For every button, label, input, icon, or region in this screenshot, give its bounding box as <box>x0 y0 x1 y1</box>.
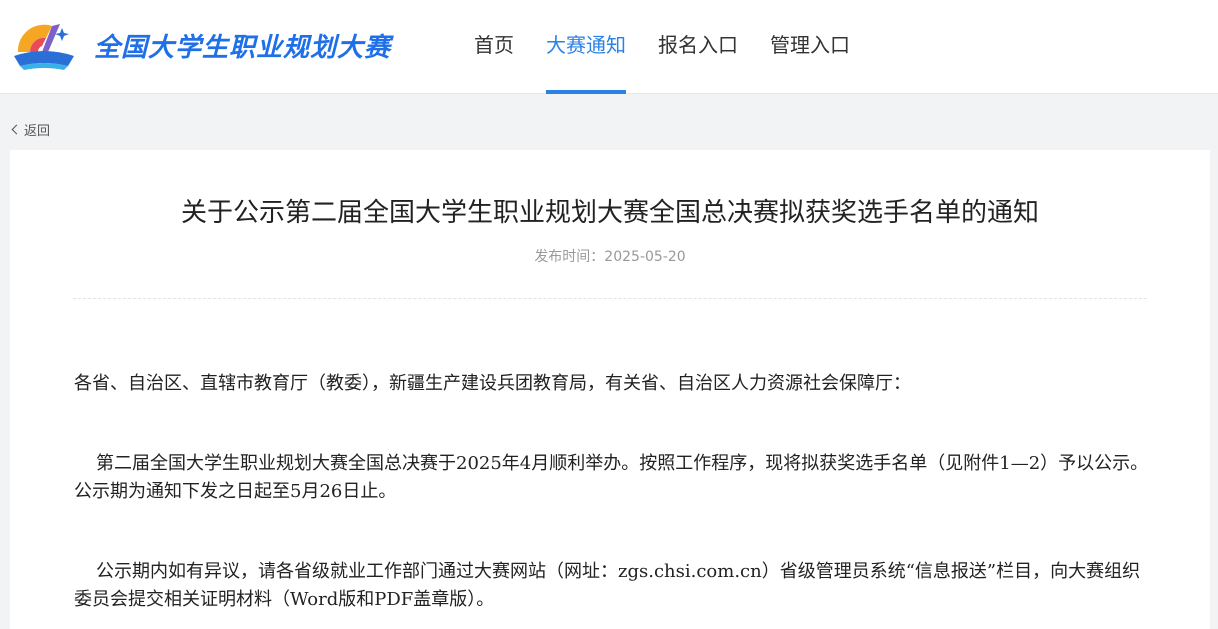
brand-name[interactable]: 全国大学生职业规划大赛 <box>94 27 391 64</box>
article-paragraph: 第二届全国大学生职业规划大赛全国总决赛于2025年4月顺利举办。按照工作程序，现… <box>74 453 1149 502</box>
publish-time: 发布时间：2025-05-20 <box>534 249 686 265</box>
main-nav: 首页 大赛通知 报名入口 管理入口 <box>458 0 866 94</box>
article-card: 关于公示第二届全国大学生职业规划大赛全国总决赛拟获奖选手名单的通知 发布时间：2… <box>10 150 1210 629</box>
article-paragraph: 各省、自治区、直辖市教育厅（教委），新疆生产建设兵团教育局，有关省、自治区人力资… <box>74 373 911 394</box>
back-link[interactable]: 返回 <box>10 120 50 139</box>
site-logo-icon[interactable] <box>12 16 76 72</box>
nav-notices[interactable]: 大赛通知 <box>546 0 626 94</box>
site-header: 全国大学生职业规划大赛 首页 大赛通知 报名入口 管理入口 <box>0 0 1218 94</box>
nav-registration[interactable]: 报名入口 <box>658 0 738 94</box>
article-title: 关于公示第二届全国大学生职业规划大赛全国总决赛拟获奖选手名单的通知 <box>180 198 1039 228</box>
back-label: 返回 <box>24 124 51 139</box>
nav-home[interactable]: 首页 <box>474 0 514 94</box>
chevron-left-icon <box>11 124 22 135</box>
nav-admin[interactable]: 管理入口 <box>770 0 850 94</box>
divider <box>73 298 1147 299</box>
article-paragraph: 公示期内如有异议，请各省级就业工作部门通过大赛网站（网址：zgs.chsi.co… <box>74 561 1141 610</box>
